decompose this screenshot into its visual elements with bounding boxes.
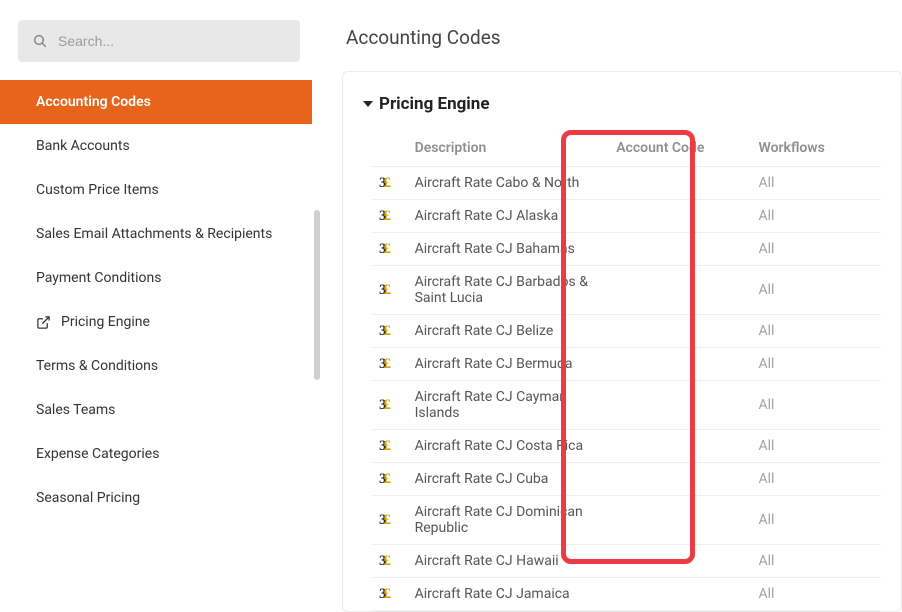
sidebar-item-bank-accounts[interactable]: Bank Accounts: [0, 124, 312, 168]
main-content: Accounting Codes Pricing Engine Descript…: [322, 0, 902, 572]
col-workflows: Workflows: [751, 130, 881, 167]
sidebar-item-label: Seasonal Pricing: [36, 490, 140, 506]
sidebar-item-label: Custom Price Items: [36, 182, 159, 198]
external-link-icon: [36, 315, 51, 330]
cell-workflows[interactable]: All: [751, 496, 881, 545]
table-row[interactable]: 3£ Aircraft Rate CJ Alaska All: [371, 200, 881, 233]
cell-description: Aircraft Rate CJ Belize: [407, 315, 609, 348]
panel-title: Pricing Engine: [379, 94, 490, 114]
cell-account-code[interactable]: [608, 430, 750, 463]
search-icon: [32, 33, 48, 49]
cell-workflows[interactable]: All: [751, 381, 881, 430]
table-row[interactable]: 3£ Aircraft Rate CJ Belize All: [371, 315, 881, 348]
cell-account-code[interactable]: [608, 545, 750, 578]
sidebar-item-pricing-engine[interactable]: Pricing Engine: [0, 300, 312, 344]
col-description: Description: [407, 130, 609, 167]
table-row[interactable]: 3£ Aircraft Rate CJ Barbados & Saint Luci…: [371, 266, 881, 315]
rate-icon: 3£: [379, 283, 389, 298]
search-input[interactable]: [58, 33, 286, 49]
caret-down-icon: [363, 99, 373, 109]
cell-workflows[interactable]: All: [751, 430, 881, 463]
cell-description: Aircraft Rate CJ Barbados & Saint Lucia: [407, 266, 609, 315]
sidebar-item-payment-conditions[interactable]: Payment Conditions: [0, 256, 312, 300]
rate-icon: 3£: [379, 587, 389, 602]
table-row[interactable]: 3£ Aircraft Rate CJ Hawaii All: [371, 545, 881, 578]
table-row[interactable]: 3£ Aircraft Rate CJ Jamaica All: [371, 578, 881, 611]
rate-icon: 3£: [379, 176, 389, 191]
sidebar-item-expense-categories[interactable]: Expense Categories: [0, 432, 312, 476]
rate-icon: 3£: [379, 398, 389, 413]
table-row[interactable]: 3£ Aircraft Rate CJ Bermuda All: [371, 348, 881, 381]
sidebar-scrollbar[interactable]: [314, 210, 320, 380]
cell-account-code[interactable]: [608, 233, 750, 266]
cell-account-code[interactable]: [608, 200, 750, 233]
sidebar-item-sales-email-attachments-recipients[interactable]: Sales Email Attachments & Recipients: [0, 212, 312, 256]
sidebar-item-label: Payment Conditions: [36, 270, 161, 286]
page-title: Accounting Codes: [346, 26, 902, 49]
sidebar-nav: Accounting Codes Bank Accounts Custom Pric…: [0, 80, 312, 520]
rate-icon: 3£: [379, 439, 389, 454]
rate-icon: 3£: [379, 242, 389, 257]
table-row[interactable]: 3£ Aircraft Rate CJ Dominican Republic All: [371, 496, 881, 545]
cell-workflows[interactable]: All: [751, 545, 881, 578]
rate-icon: 3£: [379, 209, 389, 224]
sidebar-item-label: Terms & Conditions: [36, 358, 158, 374]
cell-description: Aircraft Rate Cabo & North: [407, 167, 609, 200]
table-row[interactable]: 3£ Aircraft Rate Cabo & North All: [371, 167, 881, 200]
rate-icon: 3£: [379, 357, 389, 372]
table-row[interactable]: 3£ Aircraft Rate CJ Cayman Islands All: [371, 381, 881, 430]
cell-workflows[interactable]: All: [751, 167, 881, 200]
sidebar-item-label: Accounting Codes: [36, 94, 151, 110]
sidebar-item-label: Bank Accounts: [36, 138, 130, 154]
search-box[interactable]: [18, 20, 300, 62]
cell-description: Aircraft Rate CJ Costa Rica: [407, 430, 609, 463]
sidebar-item-sales-teams[interactable]: Sales Teams: [0, 388, 312, 432]
cell-account-code[interactable]: [608, 381, 750, 430]
table-row[interactable]: 3£ Aircraft Rate CJ Cuba All: [371, 463, 881, 496]
cell-workflows[interactable]: All: [751, 266, 881, 315]
cell-workflows[interactable]: All: [751, 315, 881, 348]
sidebar-item-label: Expense Categories: [36, 446, 159, 462]
sidebar-item-custom-price-items[interactable]: Custom Price Items: [0, 168, 312, 212]
rate-icon: 3£: [379, 472, 389, 487]
table-header-row: Description Account Code Workflows: [371, 130, 881, 167]
sidebar-item-seasonal-pricing[interactable]: Seasonal Pricing: [0, 476, 312, 520]
rate-icon: 3£: [379, 554, 389, 569]
cell-account-code[interactable]: [608, 496, 750, 545]
cell-account-code[interactable]: [608, 578, 750, 611]
sidebar-item-accounting-codes[interactable]: Accounting Codes: [0, 80, 312, 124]
cell-account-code[interactable]: [608, 266, 750, 315]
cell-account-code[interactable]: [608, 463, 750, 496]
cell-description: Aircraft Rate CJ Cuba: [407, 463, 609, 496]
cell-account-code[interactable]: [608, 167, 750, 200]
accounting-codes-table: Description Account Code Workflows 3£ Air…: [371, 130, 881, 611]
cell-description: Aircraft Rate CJ Cayman Islands: [407, 381, 609, 430]
rate-icon: 3£: [379, 324, 389, 339]
cell-description: Aircraft Rate CJ Alaska: [407, 200, 609, 233]
cell-account-code[interactable]: [608, 348, 750, 381]
cell-description: Aircraft Rate CJ Bermuda: [407, 348, 609, 381]
sidebar: Accounting Codes Bank Accounts Custom Pric…: [0, 0, 322, 572]
cell-description: Aircraft Rate CJ Bahamas: [407, 233, 609, 266]
panel-body: Description Account Code Workflows 3£ Air…: [343, 130, 901, 611]
table-row[interactable]: 3£ Aircraft Rate CJ Bahamas All: [371, 233, 881, 266]
sidebar-item-label: Sales Email Attachments & Recipients: [36, 226, 272, 242]
sidebar-item-label: Sales Teams: [36, 402, 115, 418]
sidebar-item-label: Pricing Engine: [61, 314, 150, 330]
cell-account-code[interactable]: [608, 315, 750, 348]
cell-description: Aircraft Rate CJ Dominican Republic: [407, 496, 609, 545]
cell-workflows[interactable]: All: [751, 578, 881, 611]
cell-workflows[interactable]: All: [751, 463, 881, 496]
panel-header[interactable]: Pricing Engine: [343, 94, 901, 130]
cell-description: Aircraft Rate CJ Hawaii: [407, 545, 609, 578]
pricing-engine-panel: Pricing Engine Description Account Code …: [342, 71, 902, 612]
cell-workflows[interactable]: All: [751, 200, 881, 233]
rate-icon: 3£: [379, 513, 389, 528]
cell-workflows[interactable]: All: [751, 348, 881, 381]
cell-workflows[interactable]: All: [751, 233, 881, 266]
cell-description: Aircraft Rate CJ Jamaica: [407, 578, 609, 611]
sidebar-item-terms-conditions[interactable]: Terms & Conditions: [0, 344, 312, 388]
table-row[interactable]: 3£ Aircraft Rate CJ Costa Rica All: [371, 430, 881, 463]
col-account-code: Account Code: [608, 130, 750, 167]
